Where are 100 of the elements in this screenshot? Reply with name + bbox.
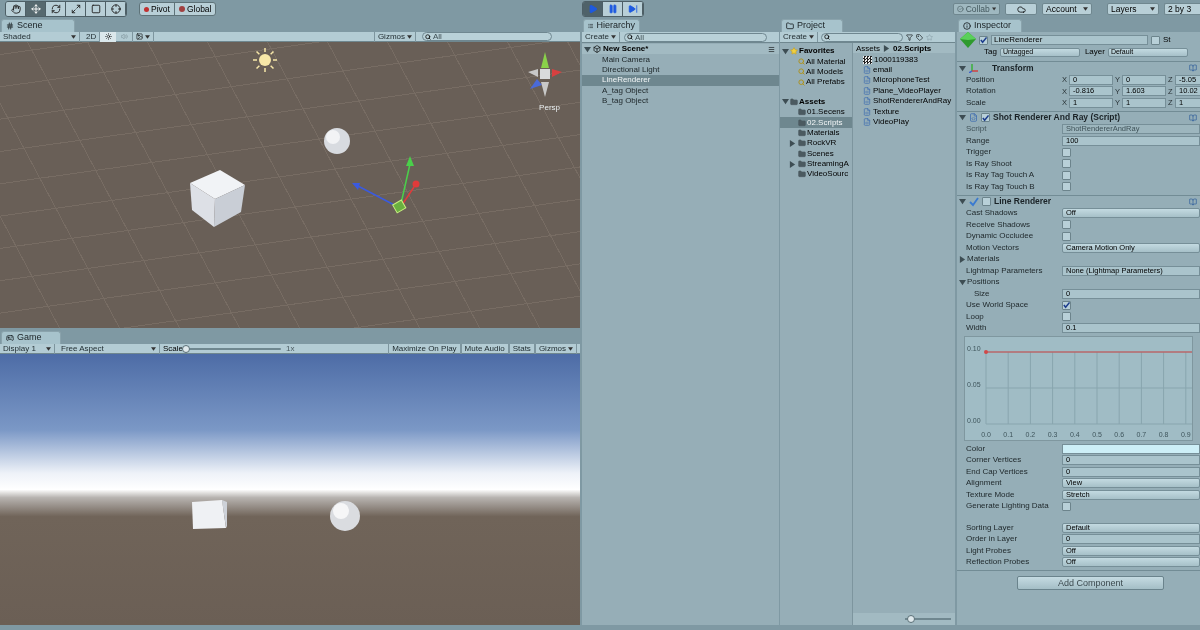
effects-dropdown[interactable] xyxy=(132,31,155,42)
help-icon[interactable] xyxy=(1189,113,1197,122)
component-title[interactable]: Transform xyxy=(992,61,1034,75)
panel-tab[interactable]: Project xyxy=(781,19,843,32)
panel-tab[interactable]: Scene xyxy=(1,19,75,32)
search-field[interactable] xyxy=(821,32,903,42)
hierarchy-item[interactable]: B_tag Object xyxy=(582,95,779,107)
checkbox[interactable] xyxy=(1062,170,1071,180)
add-component-button[interactable]: Add Component xyxy=(1017,576,1164,590)
tool-button[interactable] xyxy=(106,2,126,16)
search-field[interactable]: All xyxy=(422,32,552,41)
checkbox[interactable] xyxy=(981,113,990,122)
folder-item[interactable]: Scenes xyxy=(780,148,852,159)
checkbox[interactable] xyxy=(1062,159,1071,169)
folder-item[interactable]: RockVR xyxy=(780,138,852,149)
favorite-item[interactable]: All Models xyxy=(780,66,852,78)
favorites-header[interactable]: Favorites xyxy=(799,47,835,56)
gizmos-dropdown[interactable]: Gizmos xyxy=(373,31,416,42)
game-toolbar-button[interactable]: Mute Audio xyxy=(460,343,509,354)
playback-button[interactable] xyxy=(623,2,643,16)
hierarchy-item[interactable]: A_tag Object xyxy=(582,85,779,96)
foldout-arrow-icon[interactable] xyxy=(782,98,789,106)
star-icon[interactable] xyxy=(926,33,933,41)
checkbox[interactable] xyxy=(1062,147,1071,157)
component-title[interactable]: Line Renderer xyxy=(994,195,1052,208)
scene-name[interactable]: New Scene* xyxy=(603,45,649,54)
panel-tab[interactable]: Hierarchy xyxy=(583,19,640,32)
folder-item[interactable]: VideoSourc xyxy=(780,169,852,180)
menu-icon[interactable] xyxy=(768,45,775,53)
lighting-toggle[interactable] xyxy=(100,31,117,42)
tool-button[interactable] xyxy=(86,2,106,16)
panel-tab[interactable]: Inspector xyxy=(958,19,1022,32)
assets-header[interactable]: Assets xyxy=(799,97,826,106)
checkbox[interactable] xyxy=(1062,501,1071,511)
asset-item[interactable]: 1000119383 xyxy=(853,54,955,65)
folder-item[interactable]: 01.Secens xyxy=(780,106,852,118)
cloud-button[interactable] xyxy=(1005,3,1037,15)
checkbox[interactable] xyxy=(1062,312,1071,322)
orientation-gizmo-drawing[interactable] xyxy=(528,52,562,97)
hierarchy-item[interactable]: LineRenderer xyxy=(582,75,779,86)
asset-item[interactable]: MicrophoneTest xyxy=(853,75,955,86)
slider-thumb[interactable] xyxy=(906,615,915,623)
hierarchy-item[interactable]: Main Camera xyxy=(582,54,779,65)
folder-item[interactable]: Materials xyxy=(780,127,852,139)
asset-item[interactable]: Texture xyxy=(853,106,955,117)
collab-dropdown[interactable]: Collab xyxy=(953,3,1000,15)
game-toolbar-button[interactable]: Stats xyxy=(508,343,535,354)
color-swatch[interactable] xyxy=(1062,443,1200,454)
favorite-item[interactable]: All Material xyxy=(780,56,852,67)
layers-dropdown[interactable]: Layers xyxy=(1107,3,1159,15)
checkbox[interactable] xyxy=(1062,300,1071,310)
breadcrumb-item[interactable]: 02.Scripts xyxy=(893,44,932,53)
folder-item[interactable]: 02.Scripts xyxy=(780,117,852,128)
component-title[interactable]: Shot Renderer And Ray (Script) xyxy=(993,111,1121,124)
favorite-item[interactable]: All Prefabs xyxy=(780,77,852,88)
tool-button[interactable] xyxy=(46,2,66,16)
pivot-button[interactable]: Pivot xyxy=(140,3,175,15)
checkbox[interactable] xyxy=(1062,182,1071,192)
projection-label[interactable]: Persp xyxy=(539,102,560,114)
shading-dropdown[interactable]: Shaded xyxy=(0,31,80,42)
checkbox[interactable] xyxy=(1151,35,1160,45)
filter-icon[interactable] xyxy=(906,33,913,41)
checkbox[interactable] xyxy=(1062,231,1071,241)
foldout-arrow-icon[interactable] xyxy=(959,198,966,205)
checkbox[interactable] xyxy=(979,35,988,45)
game-toolbar-button[interactable]: Maximize On Play xyxy=(388,343,461,354)
scene-view[interactable]: Persp xyxy=(0,42,580,328)
help-icon[interactable] xyxy=(1189,64,1197,72)
account-dropdown[interactable]: Account xyxy=(1042,3,1092,15)
tag-icon[interactable] xyxy=(916,33,923,41)
tool-button[interactable] xyxy=(26,2,46,16)
create-dropdown[interactable]: Create xyxy=(582,32,620,42)
playback-button[interactable] xyxy=(603,2,623,16)
help-icon[interactable] xyxy=(1189,197,1197,206)
foldout-arrow-icon[interactable] xyxy=(584,45,591,53)
breadcrumb-item[interactable]: Assets xyxy=(856,44,880,53)
foldout-arrow-icon[interactable] xyxy=(959,255,966,263)
panel-tab[interactable]: Game xyxy=(1,331,61,344)
asset-item[interactable]: VideoPlay xyxy=(853,116,955,128)
foldout-arrow-icon[interactable] xyxy=(959,64,966,72)
search-field[interactable]: All xyxy=(624,32,767,42)
asset-item[interactable]: ShotRendererAndRay xyxy=(853,95,955,107)
checkbox[interactable] xyxy=(982,197,991,206)
game-toolbar-button[interactable]: Gizmos xyxy=(534,343,577,354)
foldout-arrow-icon[interactable] xyxy=(959,114,966,121)
global-button[interactable]: Global xyxy=(174,3,216,15)
tool-button[interactable] xyxy=(6,2,26,16)
name-field[interactable]: LineRenderer xyxy=(991,35,1148,45)
create-dropdown[interactable]: Create xyxy=(780,32,818,42)
layout-dropdown[interactable]: 2 by 3 xyxy=(1164,3,1200,15)
foldout-arrow-icon[interactable] xyxy=(789,160,796,168)
folder-item[interactable]: StreamingA xyxy=(780,158,852,170)
breadcrumb-arrow-icon[interactable] xyxy=(883,45,890,53)
checkbox[interactable] xyxy=(1062,220,1071,230)
foldout-arrow-icon[interactable] xyxy=(789,139,796,147)
asset-item[interactable]: email xyxy=(853,64,955,76)
aspect-dropdown[interactable]: Free Aspect xyxy=(58,343,160,354)
display-dropdown[interactable]: Display 1 xyxy=(0,343,55,354)
tool-button[interactable] xyxy=(66,2,86,16)
foldout-arrow-icon[interactable] xyxy=(959,278,966,286)
